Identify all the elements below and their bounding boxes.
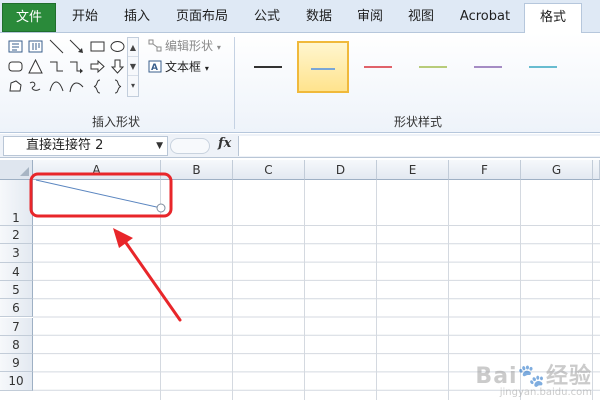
freeform-icon[interactable] (8, 79, 23, 94)
oval-icon[interactable] (110, 39, 125, 54)
triangle-icon[interactable] (28, 59, 43, 74)
shape-style-swatch-5[interactable] (462, 41, 514, 93)
right-brace-icon[interactable] (110, 79, 125, 94)
worksheet: ABCDEFG 1 2 3 4 5 6 7 8 9 10 Bai🐾经验 jingyan.baidu.… (0, 160, 600, 400)
ribbon-panel: ▲ ▼ ▾ 编辑形状 ▾ A 文本框 ▾ 插入形状 形状样式 (0, 33, 600, 133)
style-preview-line (529, 66, 557, 68)
tab-data[interactable]: 数据 (294, 3, 344, 33)
arrow-line-icon[interactable] (69, 39, 84, 54)
left-brace-icon[interactable] (90, 79, 105, 94)
shape-gallery-scroll[interactable]: ▲ ▼ ▾ (127, 37, 139, 97)
curve-icon[interactable] (49, 79, 64, 94)
shape-gallery (6, 37, 136, 99)
name-box[interactable]: 直接连接符 2 ▼ (3, 136, 168, 156)
style-preview-line (311, 68, 335, 70)
shape-style-swatch-6[interactable] (517, 41, 569, 93)
tab-page-layout[interactable]: 页面布局 (166, 3, 238, 33)
text-box-cmd-icon: A (148, 60, 162, 73)
tab-view[interactable]: 视图 (396, 3, 446, 33)
text-box-button[interactable]: A 文本框 ▾ (148, 58, 209, 76)
line-icon[interactable] (49, 39, 64, 54)
tab-format[interactable]: 格式 (524, 3, 582, 34)
scroll-up-icon[interactable]: ▲ (128, 38, 138, 57)
vertical-text-box-icon[interactable] (28, 39, 43, 54)
text-box-icon[interactable] (8, 39, 23, 54)
rounded-rectangle-icon[interactable] (8, 59, 23, 74)
group-separator (234, 37, 235, 129)
group-label-insert-shapes: 插入形状 (91, 115, 140, 129)
edit-shape-icon (148, 39, 162, 52)
tab-acrobat[interactable]: Acrobat (450, 3, 520, 33)
edit-shape-button[interactable]: 编辑形状 ▾ (148, 37, 221, 55)
group-label-shape-styles: 形状样式 (393, 115, 442, 129)
rectangle-icon[interactable] (90, 39, 105, 54)
formula-bar-resize-handle[interactable] (170, 138, 210, 154)
tab-file[interactable]: 文件 (2, 3, 56, 32)
arc-icon[interactable] (69, 79, 84, 94)
shape-style-swatch-1[interactable] (242, 41, 294, 93)
tab-review[interactable]: 审阅 (346, 3, 394, 33)
style-preview-line (419, 66, 447, 68)
elbow-connector-icon[interactable] (49, 59, 64, 74)
svg-text:A: A (151, 63, 158, 73)
insert-function-icon[interactable]: fx (218, 136, 231, 151)
ribbon-tab-bar: 文件 开始 插入 页面布局 公式 数据 审阅 视图 Acrobat 格式 (0, 0, 600, 34)
shape-style-swatch-4[interactable] (407, 41, 459, 93)
tab-home[interactable]: 开始 (60, 3, 110, 33)
formula-input[interactable] (238, 136, 600, 156)
scroll-down-icon[interactable]: ▼ (128, 57, 138, 76)
scribble-icon[interactable] (28, 79, 43, 94)
style-preview-line (474, 66, 502, 68)
gallery-more-icon[interactable]: ▾ (128, 76, 138, 95)
tab-formulas[interactable]: 公式 (242, 3, 292, 33)
style-preview-line (364, 66, 392, 68)
formula-bar: 直接连接符 2 ▼ fx (0, 134, 600, 158)
down-arrow-icon[interactable] (110, 59, 125, 74)
style-preview-line (254, 66, 282, 68)
right-arrow-icon[interactable] (90, 59, 105, 74)
name-box-dropdown-icon[interactable]: ▼ (156, 137, 163, 155)
name-box-value: 直接连接符 2 (26, 138, 104, 153)
shape-style-swatch-2[interactable] (297, 41, 349, 93)
paw-icon: 🐾 (517, 364, 546, 389)
elbow-arrow-connector-icon[interactable] (69, 59, 84, 74)
shape-style-swatch-3[interactable] (352, 41, 404, 93)
tab-insert[interactable]: 插入 (112, 3, 162, 33)
watermark-logo: Bai🐾经验 jingyan.baidu.com (475, 364, 592, 398)
